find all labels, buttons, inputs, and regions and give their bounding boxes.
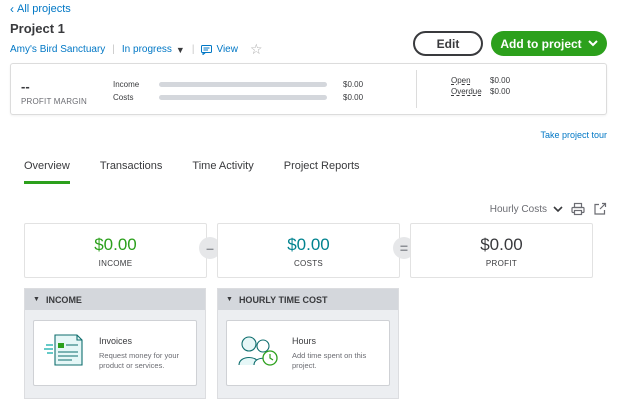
- chevron-left-icon: ‹: [10, 2, 14, 16]
- back-to-all-projects-link[interactable]: ‹ All projects: [10, 3, 71, 15]
- costs-progress-bar: [159, 95, 327, 100]
- tab-overview[interactable]: Overview: [24, 160, 70, 184]
- costs-stat-card: $0.00 COSTS: [217, 223, 400, 278]
- cost-view-label: Hourly Costs: [489, 203, 547, 215]
- hours-card-description: Add time spent on this project.: [292, 351, 367, 370]
- invoices-card-description: Request money for your product or servic…: [99, 351, 180, 370]
- hours-card-title: Hours: [292, 336, 317, 346]
- project-meta-row: Amy's Bird Sanctuary | In progress ▼ | V…: [10, 41, 263, 58]
- income-panel-header[interactable]: ▼ INCOME: [25, 289, 205, 310]
- income-progress-bar: [159, 82, 327, 87]
- profit-stat-card: $0.00 PROFIT: [410, 223, 593, 278]
- invoice-illustration: [44, 334, 83, 366]
- meta-separator: |: [112, 44, 115, 55]
- income-stat-card: $0.00 INCOME: [24, 223, 207, 278]
- star-icon[interactable]: ☆: [250, 41, 263, 58]
- costs-stat-value: $0.00: [287, 235, 330, 254]
- caret-down-icon: ▼: [33, 296, 40, 303]
- add-to-project-label: Add to project: [500, 36, 582, 51]
- summary-divider: [416, 70, 417, 108]
- income-bar-value: $0.00: [343, 80, 364, 89]
- profit-margin-label: PROFIT MARGIN: [21, 97, 88, 106]
- costs-stat-label: COSTS: [293, 259, 324, 268]
- project-summary-card: -- PROFIT MARGIN Income $0.00 Costs $0.0…: [10, 63, 607, 115]
- income-stat-label: INCOME: [98, 259, 133, 268]
- chevron-down-icon: ▼: [175, 44, 185, 55]
- overdue-label[interactable]: Overdue: [451, 87, 484, 96]
- income-bar-label: Income: [113, 80, 140, 89]
- customer-link[interactable]: Amy's Bird Sanctuary: [10, 44, 105, 55]
- profit-stat-label: PROFIT: [485, 259, 518, 268]
- view-label: View: [216, 44, 238, 55]
- income-panel: ▼ INCOME Invoices Request money for your…: [24, 288, 206, 399]
- profit-stat-value: $0.00: [480, 235, 523, 254]
- project-tabs: Overview Transactions Time Activity Proj…: [24, 160, 390, 184]
- open-invoices-row: Open $0.00: [451, 76, 510, 85]
- income-panel-title: INCOME: [45, 294, 82, 305]
- back-link-label: All projects: [17, 3, 71, 15]
- costs-bar-row: Costs $0.00: [113, 93, 383, 102]
- cost-view-dropdown[interactable]: Hourly Costs: [490, 204, 563, 215]
- add-to-project-button[interactable]: Add to project: [491, 31, 607, 56]
- view-notes-link[interactable]: View: [201, 44, 238, 55]
- hourly-time-cost-panel: ▼ HOURLY TIME COST Hours Add time spent …: [217, 288, 399, 399]
- take-project-tour-link[interactable]: Take project tour: [540, 130, 607, 140]
- edit-button[interactable]: Edit: [413, 31, 483, 56]
- caret-down-icon: ▼: [226, 296, 233, 303]
- chevron-down-icon: [553, 205, 563, 212]
- overdue-value: $0.00: [490, 87, 511, 96]
- tab-transactions[interactable]: Transactions: [100, 160, 163, 184]
- income-stat-value: $0.00: [94, 235, 137, 254]
- overview-toolbar: Hourly Costs: [490, 202, 607, 216]
- status-label: In progress: [121, 44, 172, 55]
- hourly-time-cost-panel-title: HOURLY TIME COST: [238, 294, 328, 305]
- export-icon[interactable]: [593, 202, 607, 216]
- open-value: $0.00: [490, 76, 511, 85]
- people-clock-illustration: [238, 336, 278, 366]
- income-bar-row: Income $0.00: [113, 80, 383, 89]
- tab-time-activity[interactable]: Time Activity: [192, 160, 253, 184]
- status-dropdown[interactable]: In progress ▼: [122, 44, 185, 55]
- overdue-invoices-row: Overdue $0.00: [451, 87, 510, 96]
- open-label[interactable]: Open: [451, 76, 484, 85]
- chevron-down-icon: [587, 40, 598, 47]
- comment-icon: [201, 44, 213, 55]
- print-icon[interactable]: [571, 202, 585, 216]
- hours-card[interactable]: Hours Add time spent on this project.: [226, 320, 390, 386]
- costs-bar-value: $0.00: [343, 93, 364, 102]
- invoices-card-title: Invoices: [99, 336, 133, 346]
- hourly-time-cost-panel-header[interactable]: ▼ HOURLY TIME COST: [218, 289, 398, 310]
- project-title: Project 1: [10, 21, 65, 36]
- meta-separator: |: [191, 44, 195, 55]
- profit-margin-value: --: [21, 79, 30, 94]
- costs-bar-label: Costs: [113, 93, 134, 102]
- tab-project-reports[interactable]: Project Reports: [284, 160, 360, 184]
- invoices-card[interactable]: Invoices Request money for your product …: [33, 320, 197, 386]
